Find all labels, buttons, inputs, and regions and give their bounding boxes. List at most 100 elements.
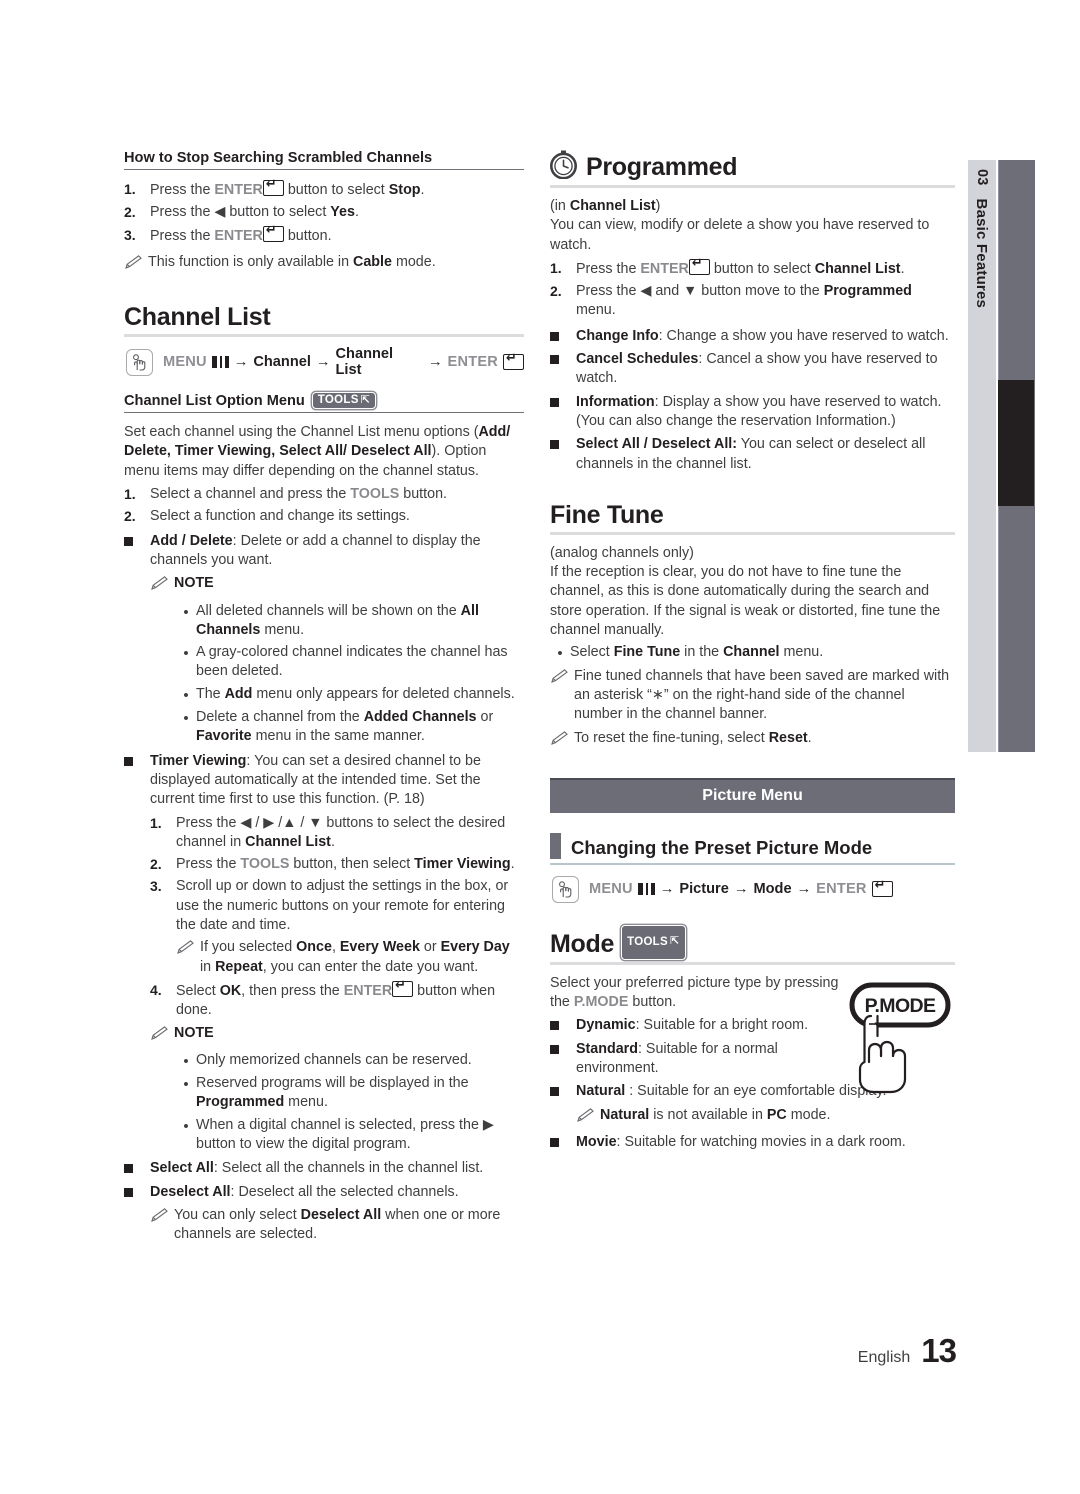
step-pre: Select a channel and press the: [150, 486, 351, 503]
menu-hand-icon: [552, 875, 579, 903]
step-number: 2.: [124, 508, 136, 525]
pencil-icon: [150, 1024, 174, 1047]
enter-label: ENTER: [214, 227, 263, 244]
square-bullet-icon: [550, 350, 576, 389]
bullet-bold: Standard: [576, 1040, 638, 1057]
list-item: 2. Press the ◀ button to select Yes.: [124, 203, 524, 222]
nav-path-text: MENU → Channel → Channel List → ENTER: [163, 346, 524, 378]
bullet-text: Only memorized channels can be reserved.: [196, 1051, 472, 1068]
note-text: Fine tuned channels that have been saved…: [574, 667, 950, 723]
bullet-bold: Change Info: [576, 327, 659, 344]
list-item: • A gray-colored channel indicates the c…: [176, 643, 524, 682]
pencil-icon: [550, 729, 574, 752]
arrow-right-icon: →: [233, 354, 249, 371]
nav-path-channel-list: MENU → Channel → Channel List → ENTER: [126, 346, 524, 378]
mode-intro: Select your preferred picture type by pr…: [550, 974, 842, 1013]
timer-note-list: • Only memorized channels can be reserve…: [176, 1051, 524, 1154]
part-b2: button, then select: [289, 856, 415, 873]
tools-badge[interactable]: TOOLS ⇱: [621, 924, 686, 960]
part-a: You can only select: [174, 1206, 301, 1223]
enter-label: ENTER: [447, 354, 499, 371]
dot-bullet-icon: •: [183, 1052, 189, 1070]
note-item: This function is only available in Cable…: [124, 253, 524, 276]
bullet-text: Reserved programs will be displayed in t…: [196, 1074, 524, 1113]
step-pre: Press the: [150, 182, 215, 198]
square-bullet-icon: [550, 393, 576, 432]
part-a: All deleted channels will be shown on th…: [196, 602, 461, 619]
step-bold: Yes: [330, 204, 355, 221]
bullet-select-deselect-all: Select All / Deselect All: You can selec…: [550, 435, 955, 474]
step-text: Scroll up or down to adjust the settings…: [176, 878, 509, 934]
part-g: in: [200, 958, 216, 975]
bullet-bold: Natural: [576, 1083, 626, 1100]
note-text: This function is only available in Cable…: [148, 253, 524, 276]
list-item: 4. Select OK, then press the ENTER butto…: [150, 978, 524, 1021]
part-a: Press the ◀ / ▶ /▲ / ▼ buttons to select…: [176, 814, 506, 850]
part-b: button to select: [709, 260, 815, 277]
enter-icon: [871, 878, 893, 898]
tools-label: TOOLS: [627, 935, 668, 948]
bullet-standard: Standard: Suitable for a normal environm…: [550, 1040, 842, 1079]
part-a: If you selected: [200, 939, 297, 956]
bullet-bold: Cancel Schedules: [576, 351, 699, 368]
step-text: Press the ENTER button to select Stop.: [150, 177, 524, 200]
part-b: Once: [296, 939, 332, 956]
menu-hand-icon: [126, 348, 153, 376]
step-number: 4.: [150, 981, 162, 998]
note-item: If you selected Once, Every Week or Ever…: [176, 938, 524, 977]
dot-bullet-icon: •: [183, 1117, 189, 1135]
programmed-heading: Programmed: [550, 150, 955, 184]
fine-tune-subtitle: (analog channels only): [550, 544, 694, 561]
chapter-title: Basic Features: [973, 198, 991, 309]
step-number: 2.: [124, 204, 136, 221]
bullet-text: Select All / Deselect All: You can selec…: [576, 435, 955, 474]
tools-badge[interactable]: TOOLS ⇱: [311, 392, 377, 410]
step-post: button.: [283, 227, 332, 244]
list-item: • All deleted channels will be shown on …: [176, 602, 524, 641]
note-text: To reset the fine-tuning, select Reset.: [574, 729, 955, 752]
bullet-body: : Select all the channels in the channel…: [213, 1160, 484, 1177]
bullet-bold: Movie: [576, 1133, 617, 1150]
right-column: Programmed (in Channel List) You can vie…: [550, 150, 955, 1156]
list-item: 1. Press the ◀ / ▶ /▲ / ▼ buttons to sel…: [150, 814, 524, 853]
enter-label: ENTER: [343, 982, 393, 999]
list-item: • When a digital channel is selected, pr…: [176, 1116, 524, 1155]
bullet-body: : Suitable for a bright room.: [635, 1017, 809, 1034]
part-a: To reset the fine-tuning, select: [574, 729, 769, 746]
scrambled-heading: How to Stop Searching Scrambled Channels: [124, 150, 524, 170]
divider: [550, 531, 955, 535]
square-bullet-icon: [124, 1159, 150, 1178]
list-item: 2. Press the TOOLS button, then select T…: [150, 855, 524, 874]
square-bullet-icon: [550, 327, 576, 346]
list-item: • Delete a channel from the Added Channe…: [176, 708, 524, 747]
bullet-text: A gray-colored channel indicates the cha…: [196, 644, 508, 680]
step-post: button to select: [283, 182, 389, 198]
dot-bullet-icon: •: [183, 645, 189, 663]
part-b: Channel List: [245, 833, 331, 850]
pencil-icon: [150, 574, 174, 597]
footer-language: English: [857, 1349, 911, 1366]
page-title-fine-tune: Fine Tune: [550, 500, 664, 529]
note-label-row: NOTE: [150, 574, 524, 597]
step-text: Press the ◀ / ▶ /▲ / ▼ buttons to select…: [176, 814, 524, 853]
step-text: Select a channel and press the TOOLS but…: [150, 485, 524, 504]
menu-label: MENU: [589, 881, 633, 898]
note-bold: Cable: [353, 253, 392, 270]
chapter-number: 03: [974, 169, 990, 186]
mode-title-text: Mode: [550, 929, 615, 958]
step-text: Select a function and change its setting…: [150, 508, 410, 525]
clock-icon: [550, 150, 577, 184]
square-bullet-icon: [124, 752, 150, 810]
timer-steps: 1. Press the ◀ / ▶ /▲ / ▼ buttons to sel…: [150, 814, 524, 1155]
bullet-text: Standard: Suitable for a normal environm…: [576, 1040, 842, 1079]
tools-key: TOOLS: [240, 856, 290, 873]
menu-bars-icon: [211, 356, 229, 369]
arrow-right-icon: →: [733, 881, 749, 898]
part-c: in the: [680, 644, 724, 661]
bullet-text: Change Info: Change a show you have rese…: [576, 327, 955, 346]
list-item: 1. Press the ENTER button to select Stop…: [124, 177, 524, 200]
pencil-icon: [176, 938, 200, 977]
part-a: Natural: [600, 1106, 650, 1123]
part-a: Press the ◀ and ▼ button move to the: [576, 283, 824, 300]
page-title-channel-list: Channel List: [124, 303, 271, 332]
